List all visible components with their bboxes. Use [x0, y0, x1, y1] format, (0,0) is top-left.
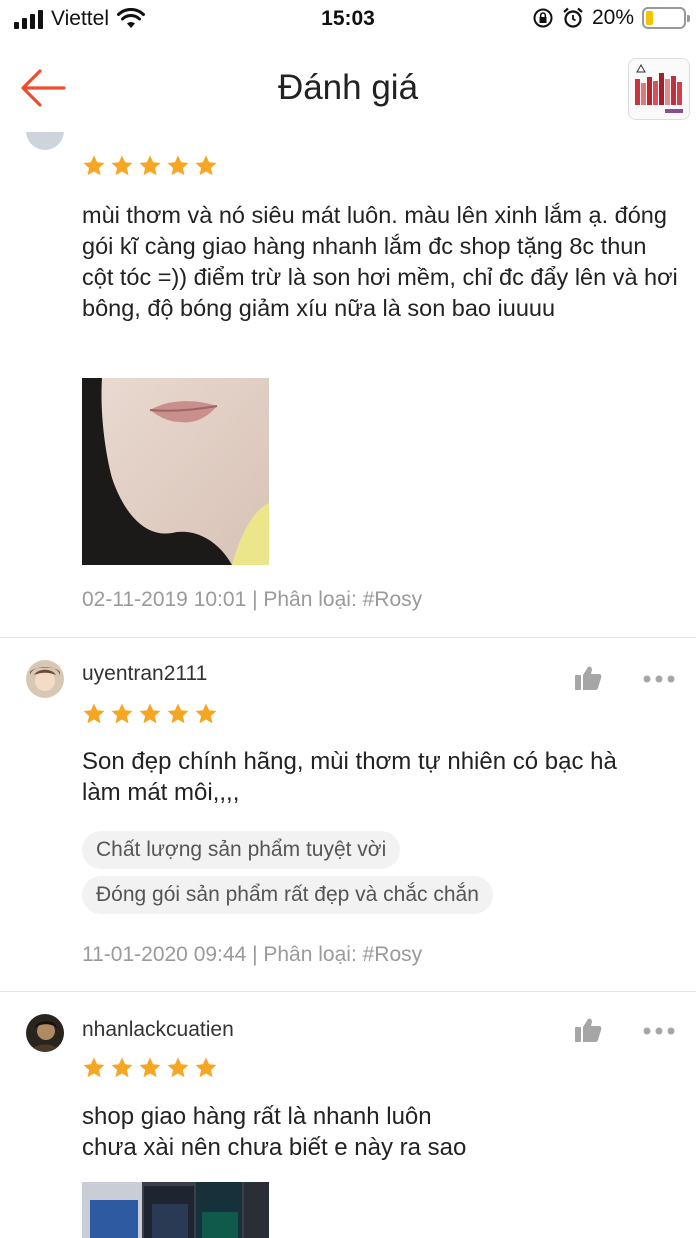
product-thumbnail[interactable] — [628, 58, 690, 120]
battery-icon — [642, 7, 690, 29]
star-icon — [139, 1057, 161, 1078]
review-meta: 11-01-2020 09:44 | Phân loại: #Rosy — [82, 943, 423, 966]
review-text: shop giao hàng rất là nhanh luôn chưa xà… — [82, 1103, 467, 1161]
username[interactable]: uyentran2111 — [82, 662, 207, 686]
thumbs-up-icon[interactable] — [574, 665, 602, 691]
star-icon — [167, 703, 189, 724]
star-icon — [167, 1057, 189, 1078]
review-tag: Chất lượng sản phẩm tuyệt vời — [82, 831, 401, 869]
star-rating — [82, 1056, 218, 1080]
product-image — [629, 59, 689, 119]
battery-percentage: 20% — [591, 6, 634, 29]
status-bar: Viettel 15:03 20% — [0, 0, 696, 40]
avatar[interactable] — [26, 132, 64, 150]
username[interactable]: nhanlackcuatien — [82, 1018, 234, 1042]
battery-level — [646, 11, 654, 25]
star-icon — [83, 703, 105, 724]
star-rating — [82, 702, 218, 726]
star-icon — [167, 155, 189, 176]
review-tag: Đóng gói sản phẩm rất đẹp và chắc chắn — [82, 876, 493, 914]
review-text: Son đẹp chính hãng, mùi thơm tự nhiên có… — [82, 748, 617, 806]
star-rating — [82, 154, 218, 178]
header: Đánh giá — [0, 40, 696, 132]
star-icon — [139, 703, 161, 724]
review-photo[interactable] — [82, 1182, 269, 1238]
thumbs-up-icon[interactable] — [574, 1017, 602, 1043]
review-item: uyentran2111 Son đẹp chính hãng, mùi thơ… — [0, 638, 696, 992]
star-icon — [139, 155, 161, 176]
star-icon — [83, 1057, 105, 1078]
star-icon — [111, 703, 133, 724]
star-icon — [195, 703, 217, 724]
star-icon — [83, 155, 105, 176]
page-title: Đánh giá — [277, 68, 419, 107]
rotation-lock-icon — [533, 8, 553, 28]
alarm-icon — [563, 7, 583, 28]
review-photo-image — [82, 378, 269, 565]
review-photo-image — [82, 1182, 269, 1238]
star-icon — [111, 155, 133, 176]
review-item: nhanlackcuatien shop giao hàng rất là nh… — [0, 992, 696, 1238]
avatar[interactable] — [26, 1014, 64, 1052]
more-options-icon[interactable] — [642, 1026, 676, 1036]
star-icon — [195, 1057, 217, 1078]
review-text: mùi thơm và nó siêu mát luôn. màu lên xi… — [82, 202, 678, 321]
review-list[interactable]: mùi thơm và nó siêu mát luôn. màu lên xi… — [0, 132, 696, 1238]
more-options-icon[interactable] — [642, 674, 676, 684]
star-icon — [195, 155, 217, 176]
star-icon — [111, 1057, 133, 1078]
review-item: mùi thơm và nó siêu mát luôn. màu lên xi… — [0, 132, 696, 638]
review-photo[interactable] — [82, 378, 269, 565]
avatar[interactable] — [26, 660, 64, 698]
review-meta: 02-11-2019 10:01 | Phân loại: #Rosy — [82, 588, 423, 611]
